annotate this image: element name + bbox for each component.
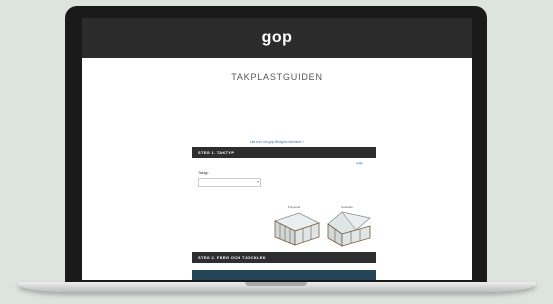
roof-type-label: Taktyp [198,171,209,175]
site-header: gop [82,18,472,58]
page-title: TAKPLASTGUIDEN [231,72,323,82]
step-1-heading: STEG 1. TAKTYP [192,147,376,158]
gop-logo[interactable]: gop [262,29,293,47]
help-link[interactable]: Hjälp [356,161,363,165]
step-2-content [192,270,376,280]
read-more-link[interactable]: Läs mer om gop Bridgins ökenkort > [82,140,472,144]
step-2-heading: STEG 2. FÄRG OCH TJOCKLEK [192,252,376,263]
lean-to-roof-icon[interactable] [271,209,321,247]
laptop-notch [245,282,307,286]
chevron-down-icon: ▾ [257,180,259,184]
gable-roof-icon[interactable] [324,208,374,248]
roof-type-select[interactable]: ▾ [198,178,261,187]
laptop-screen: gop TAKPLASTGUIDEN Läs mer om gop Bridgi… [82,18,472,280]
